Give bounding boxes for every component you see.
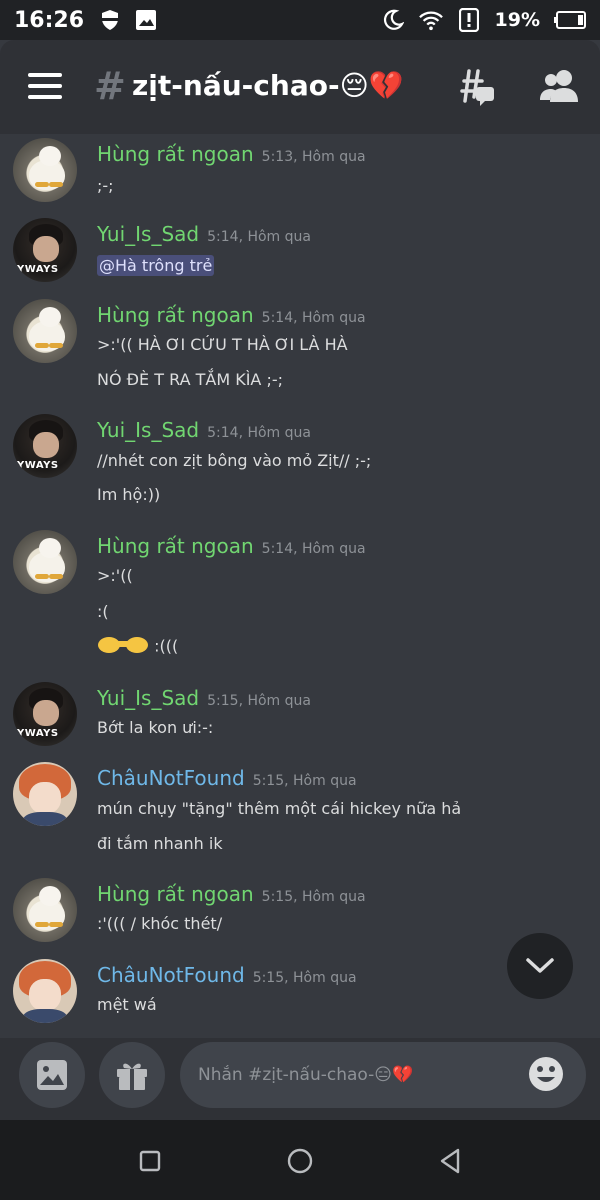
username[interactable]: Yui_Is_Sad: [97, 686, 199, 710]
battery-percent: 19%: [494, 9, 540, 31]
message-text: :(: [97, 602, 109, 621]
gallery-icon: [134, 8, 158, 32]
message-text: :'((( / khóc thét/: [97, 914, 223, 933]
avatar[interactable]: YWAYS: [13, 414, 77, 478]
message-text: đi tắm nhanh ik: [97, 834, 223, 853]
image-icon: [37, 1060, 67, 1090]
timestamp: 5:14, Hôm qua: [261, 541, 366, 557]
channel-title: zịt-nấu-chao-😔💔: [132, 69, 404, 102]
moon-icon: [381, 8, 405, 32]
shield-icon: [98, 8, 122, 32]
message-text: //nhét con zịt bông vào mỏ Zịt// ;-;: [97, 451, 372, 470]
username[interactable]: ChâuNotFound: [97, 766, 245, 790]
message-text: >:'((: [97, 566, 133, 585]
avatar[interactable]: [13, 878, 77, 942]
gift-button[interactable]: [99, 1042, 165, 1108]
message-text: :(((: [154, 636, 179, 656]
username[interactable]: Yui_Is_Sad: [97, 418, 199, 442]
chevron-down-icon: [526, 958, 554, 973]
menu-icon[interactable]: [28, 73, 62, 101]
square-icon: [139, 1150, 161, 1172]
username[interactable]: ChâuNotFound: [97, 963, 245, 987]
username[interactable]: Hùng rất ngoan: [97, 882, 254, 906]
mention[interactable]: @Hà trông trẻ: [97, 255, 215, 276]
username[interactable]: Yui_Is_Sad: [97, 222, 199, 246]
avatar[interactable]: [13, 138, 77, 202]
message-text: Bớt la kon ưi:-:: [97, 718, 214, 737]
emoji-picker-button[interactable]: [528, 1056, 564, 1092]
composer: [0, 1038, 600, 1120]
circle-icon: [287, 1148, 313, 1174]
avatar[interactable]: [13, 530, 77, 594]
android-nav-bar: [0, 1120, 600, 1200]
username[interactable]: Hùng rất ngoan: [97, 303, 254, 327]
gift-icon: [117, 1063, 147, 1090]
message-list[interactable]: Hùng rất ngoan 5:13, Hôm qua ;-; YWAYS Yu…: [0, 134, 600, 1038]
message-text: mệt wá: [97, 995, 157, 1014]
message-input[interactable]: [180, 1042, 586, 1108]
timestamp: 5:13, Hôm qua: [261, 149, 366, 165]
recents-button[interactable]: [135, 1146, 165, 1176]
timestamp: 5:15, Hôm qua: [252, 773, 357, 789]
timestamp: 5:15, Hôm qua: [207, 693, 311, 709]
members-icon[interactable]: [540, 68, 578, 104]
timestamp: 5:14, Hôm qua: [207, 425, 311, 441]
wifi-icon: [418, 8, 443, 32]
avatar[interactable]: [13, 299, 77, 363]
username[interactable]: Hùng rất ngoan: [97, 142, 254, 166]
message-text: >:'(( HÀ ƠI CỨU T HÀ ƠI LÀ HÀ: [97, 335, 348, 354]
timestamp: 5:14, Hôm qua: [261, 310, 366, 326]
attach-image-button[interactable]: [19, 1042, 85, 1108]
status-time: 16:26: [14, 7, 85, 33]
avatar[interactable]: [13, 762, 77, 826]
timestamp: 5:15, Hôm qua: [252, 970, 357, 986]
message-text: NÓ ĐÈ T RA TẮM KÌA ;-;: [97, 370, 284, 389]
status-bar: 16:26 19%: [0, 0, 600, 40]
battery-icon: [554, 8, 586, 32]
triangle-back-icon: [440, 1148, 460, 1174]
message-text: mún chụy "tặng" thêm một cái hickey nữa …: [97, 799, 462, 818]
hash-icon: #: [94, 64, 126, 108]
channel-header: # zịt-nấu-chao-😔💔: [0, 40, 600, 134]
smiley-icon: [529, 1057, 563, 1091]
home-button[interactable]: [285, 1146, 315, 1176]
avatar[interactable]: YWAYS: [13, 218, 77, 282]
timestamp: 5:15, Hôm qua: [261, 889, 366, 905]
back-button[interactable]: [435, 1146, 465, 1176]
alert-icon: [457, 8, 481, 32]
message-text: Im hộ:)): [97, 485, 161, 504]
avatar[interactable]: YWAYS: [13, 682, 77, 746]
scroll-to-bottom-button[interactable]: [507, 933, 573, 999]
threads-icon[interactable]: [456, 67, 496, 107]
avatar[interactable]: [13, 959, 77, 1023]
message-text: ;-;: [97, 176, 114, 195]
hands-emoji-icon: [97, 634, 149, 660]
username[interactable]: Hùng rất ngoan: [97, 534, 254, 558]
timestamp: 5:14, Hôm qua: [207, 229, 311, 245]
